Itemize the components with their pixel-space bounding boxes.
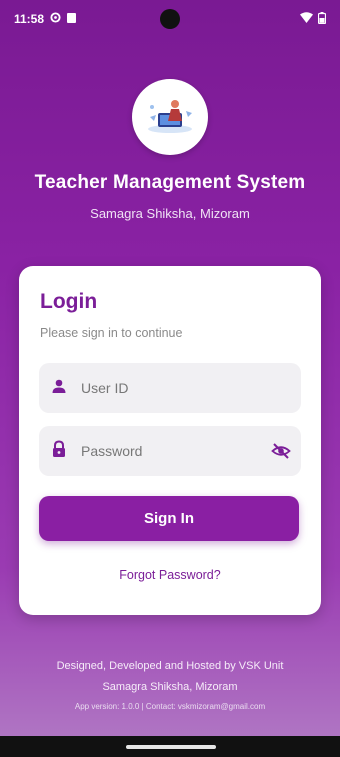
forgot-password-link[interactable]: Forgot Password? (19, 568, 321, 582)
footer-version-contact: App version: 1.0.0 | Contact: vskmizoram… (74, 702, 266, 711)
battery-icon (317, 11, 327, 27)
settings-icon (50, 12, 61, 26)
status-right (300, 11, 327, 27)
app-logo (132, 79, 208, 155)
camera-cutout (160, 9, 180, 29)
sim-icon (67, 12, 77, 26)
home-gesture-handle[interactable] (126, 745, 216, 749)
person-icon (51, 378, 67, 399)
footer-credits: Designed, Developed and Hosted by VSK Un… (56, 660, 284, 672)
app-title: Teacher Management System (34, 172, 306, 193)
sign-in-button[interactable]: Sign In (39, 496, 299, 541)
user-id-input[interactable] (79, 379, 253, 397)
login-subheading: Please sign in to continue (40, 326, 183, 340)
login-card: Login Please sign in to continue Sign In… (19, 266, 321, 615)
user-id-field[interactable] (39, 363, 301, 413)
password-input[interactable] (79, 442, 253, 460)
wifi-icon (300, 12, 313, 26)
app-subtitle: Samagra Shiksha, Mizoram (90, 206, 250, 221)
navigation-bar (0, 736, 340, 757)
eye-off-icon[interactable] (271, 441, 291, 466)
footer-organization: Samagra Shiksha, Mizoram (102, 681, 238, 693)
login-heading: Login (40, 290, 98, 313)
status-left: 11:58 (14, 12, 77, 26)
status-time: 11:58 (14, 12, 45, 26)
password-field[interactable] (39, 426, 301, 476)
lock-icon (51, 439, 67, 463)
